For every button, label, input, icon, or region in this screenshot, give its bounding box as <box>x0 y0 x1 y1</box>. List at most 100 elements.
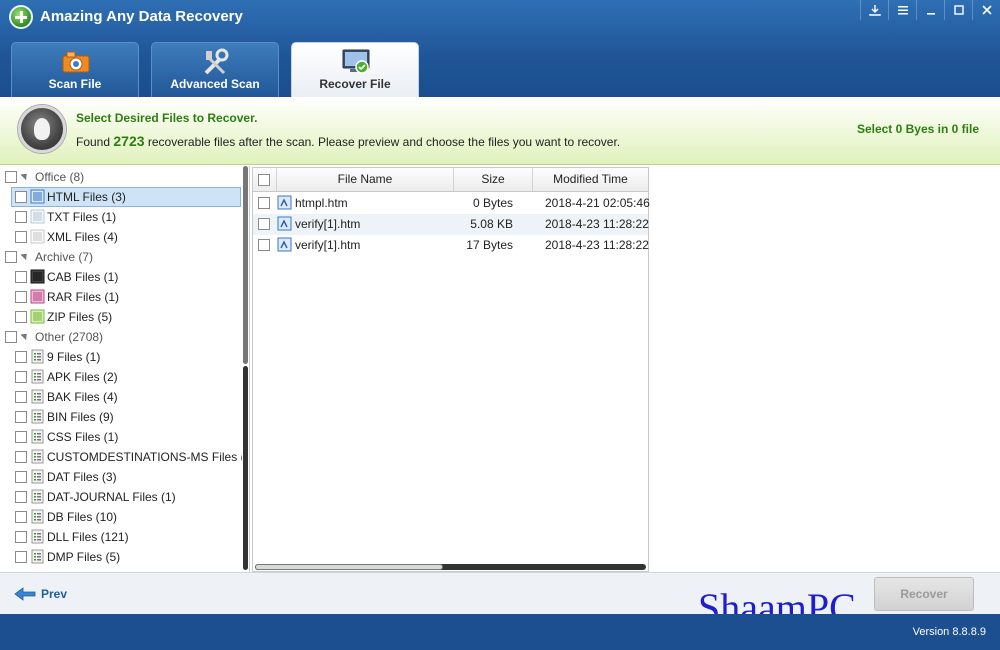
column-modified-time[interactable]: Modified Time <box>533 168 648 191</box>
tree-group[interactable]: Archive (7) <box>0 247 243 267</box>
tree-checkbox[interactable] <box>15 391 27 403</box>
table-horizontal-scrollbar[interactable] <box>255 564 646 570</box>
generic-file-icon <box>30 509 45 524</box>
prev-label: Prev <box>41 587 68 601</box>
tree-checkbox[interactable] <box>15 231 27 243</box>
column-file-name[interactable]: File Name <box>277 168 454 191</box>
tree-checkbox[interactable] <box>15 431 27 443</box>
tree-item[interactable]: APK Files (2) <box>0 367 243 387</box>
tree-item[interactable]: BIN Files (9) <box>0 407 243 427</box>
generic-file-icon <box>30 409 45 424</box>
tree-item-label: RAR Files (1) <box>47 290 120 304</box>
tree-item[interactable]: BAK Files (4) <box>0 387 243 407</box>
select-all-checkbox[interactable] <box>258 174 270 186</box>
tree-checkbox[interactable] <box>5 251 17 263</box>
tree-item-label: DMP Files (5) <box>47 550 121 564</box>
tree-item[interactable]: XML Files (4) <box>0 227 243 247</box>
modified-time-cell: 2018-4-23 11:28:22 <box>545 238 649 252</box>
arrow-left-icon <box>14 587 36 601</box>
tree-checkbox[interactable] <box>15 411 27 423</box>
tree-checkbox[interactable] <box>15 271 27 283</box>
tree-checkbox[interactable] <box>15 531 27 543</box>
close-icon[interactable] <box>972 0 1000 20</box>
tree-item-label: DB Files (10) <box>47 510 118 524</box>
select-all-cell <box>253 168 277 191</box>
tree-item-highlight <box>11 467 241 487</box>
tree-item[interactable]: HTML Files (3) <box>0 187 243 207</box>
generic-file-icon <box>30 449 45 464</box>
tree-checkbox[interactable] <box>15 211 27 223</box>
tree-checkbox[interactable] <box>15 311 27 323</box>
maximize-icon[interactable] <box>944 0 972 20</box>
tree-item[interactable]: 9 Files (1) <box>0 347 243 367</box>
tree-item-label: BIN Files (9) <box>47 410 114 424</box>
tree-item[interactable]: DAT-JOURNAL Files (1) <box>0 487 243 507</box>
tab-advanced-scan[interactable]: Advanced Scan <box>151 42 279 98</box>
tree-item-label: DLL Files (121) <box>47 530 129 544</box>
tree-item[interactable]: DMP Files (5) <box>0 547 243 567</box>
expand-triangle-icon[interactable] <box>20 250 30 261</box>
tree-group-label: Archive (7) <box>35 250 94 264</box>
tree-item[interactable]: RAR Files (1) <box>0 287 243 307</box>
zip-file-icon <box>30 309 45 324</box>
row-checkbox[interactable] <box>258 239 270 251</box>
file-size-cell: 0 Bytes <box>472 196 513 210</box>
tree-scrollbar[interactable] <box>242 166 249 572</box>
tree-item[interactable]: DLL Files (121) <box>0 527 243 547</box>
table-row[interactable]: verify[1].htm 17 Bytes 2018-4-23 11:28:22 <box>253 235 649 259</box>
row-checkbox[interactable] <box>258 218 270 230</box>
tree-checkbox[interactable] <box>15 291 27 303</box>
tree-item[interactable]: DB Files (10) <box>0 507 243 527</box>
tree-item[interactable]: TXT Files (1) <box>0 207 243 227</box>
tree-group[interactable]: Office (8) <box>0 167 243 187</box>
tree-checkbox[interactable] <box>15 191 27 203</box>
tree-item-label: TXT Files (1) <box>47 210 117 224</box>
tree-item[interactable]: DAT Files (3) <box>0 467 243 487</box>
tree-item-label: XML Files (4) <box>47 230 118 244</box>
tree-item[interactable]: CAB Files (1) <box>0 267 243 287</box>
status-footer: Version 8.8.8.9 <box>0 614 1000 650</box>
settings-icon[interactable] <box>888 0 916 20</box>
expand-triangle-icon[interactable] <box>20 170 30 181</box>
recover-button[interactable]: Recover <box>874 577 974 611</box>
tree-group-label: Office (8) <box>35 170 85 184</box>
file-type-tree: Office (8) HTML Files (3) TXT Files (1) XML… <box>0 166 250 572</box>
tab-recover-file[interactable]: Recover File <box>291 42 419 98</box>
tree-checkbox[interactable] <box>15 451 27 463</box>
tree-checkbox[interactable] <box>15 491 27 503</box>
tree-item-highlight <box>11 347 241 367</box>
app-title: Amazing Any Data Recovery <box>40 8 243 25</box>
table-row[interactable]: verify[1].htm 5.08 KB 2018-4-23 11:28:22 <box>253 214 649 235</box>
column-size[interactable]: Size <box>454 168 533 191</box>
tree-checkbox[interactable] <box>15 351 27 363</box>
tree-item[interactable]: CSS Files (1) <box>0 427 243 447</box>
tree-checkbox[interactable] <box>15 371 27 383</box>
tree-checkbox[interactable] <box>5 171 17 183</box>
tree-group[interactable]: Other (2708) <box>0 327 243 347</box>
tab-scan-file[interactable]: Scan File <box>11 42 139 98</box>
table-header: File Name Size Modified Time <box>253 168 648 192</box>
download-icon[interactable] <box>860 0 888 20</box>
file-size-cell: 5.08 KB <box>470 217 513 231</box>
table-row[interactable]: htmpl.htm 0 Bytes 2018-4-21 02:05:46 <box>253 193 650 214</box>
tree-item-highlight <box>11 307 241 327</box>
tree-checkbox[interactable] <box>15 511 27 523</box>
tree-item[interactable]: ZIP Files (5) <box>0 307 243 327</box>
row-checkbox[interactable] <box>258 197 270 209</box>
tree-checkbox[interactable] <box>15 551 27 563</box>
tree-item-label: CSS Files (1) <box>47 430 119 444</box>
html-file-icon <box>277 237 292 259</box>
tree-scrollbar-track[interactable] <box>243 366 248 570</box>
tree-scrollbar-thumb[interactable] <box>243 166 248 364</box>
file-name-cell: verify[1].htm <box>295 217 361 231</box>
tree-checkbox[interactable] <box>5 331 17 343</box>
generic-file-icon <box>30 349 45 364</box>
tree-item[interactable]: CUSTOMDESTINATIONS-MS Files (3) <box>0 447 249 467</box>
tree-checkbox[interactable] <box>15 471 27 483</box>
expand-triangle-icon[interactable] <box>20 330 30 341</box>
minimize-icon[interactable] <box>916 0 944 20</box>
version-label: Version 8.8.8.9 <box>912 626 986 638</box>
app-logo-icon <box>9 5 33 29</box>
table-scrollbar-thumb[interactable] <box>255 564 443 570</box>
tree-item-label: DAT-JOURNAL Files (1) <box>47 490 176 504</box>
